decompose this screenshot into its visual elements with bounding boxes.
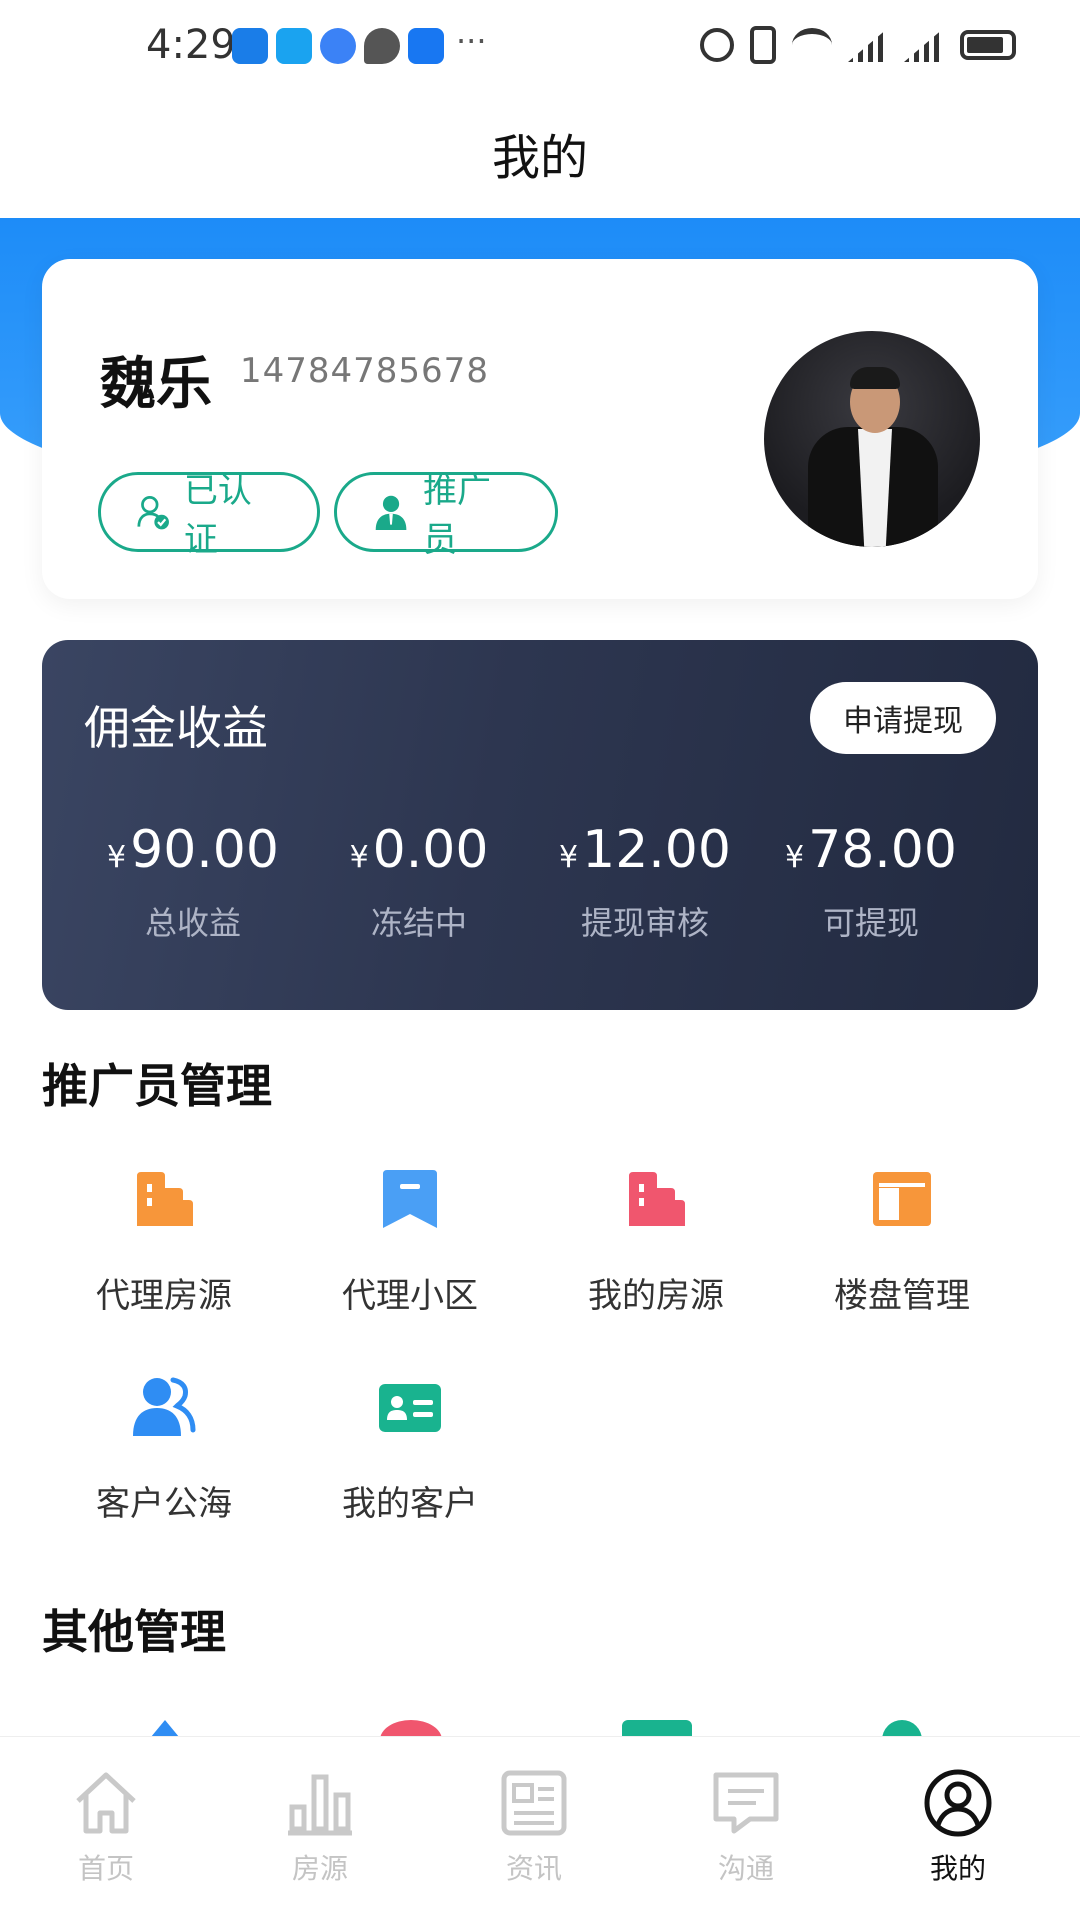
id-card-icon <box>377 1374 443 1440</box>
grid-item-label: 代理小区 <box>342 1276 478 1316</box>
stat-amount: 78.00 <box>808 820 957 880</box>
status-bar: 4:29 ··· <box>0 0 1080 90</box>
nav-news[interactable]: 资讯 <box>464 1767 604 1887</box>
stat-frozen[interactable]: ¥0.00 冻结中 <box>304 820 534 944</box>
bookmark-icon <box>377 1166 443 1232</box>
search-notification-icon <box>276 28 312 64</box>
verified-tag[interactable]: 已认证 <box>98 471 320 560</box>
stat-total[interactable]: ¥90.00 总收益 <box>78 820 308 944</box>
stat-amount: 90.00 <box>130 820 279 880</box>
stat-label: 提现审核 <box>580 904 709 942</box>
nav-home[interactable]: 首页 <box>36 1767 176 1887</box>
stat-review[interactable]: ¥12.00 提现审核 <box>530 820 760 944</box>
currency-symbol: ¥ <box>107 840 127 875</box>
verified-label: 已认证 <box>183 471 252 560</box>
stat-amount: 0.00 <box>372 820 489 880</box>
app-notification-icon <box>232 28 268 64</box>
building-icon <box>623 1166 689 1232</box>
avatar[interactable] <box>764 331 980 547</box>
profile-card[interactable]: 魏乐 14784785678 已认证 推广员 <box>42 259 1038 599</box>
promoter-tag[interactable]: 推广员 <box>334 471 558 560</box>
promoter-label: 推广员 <box>423 471 492 560</box>
promoter-section-title: 推广员管理 <box>42 1059 272 1113</box>
currency-symbol: ¥ <box>559 840 579 875</box>
users-icon <box>131 1374 197 1440</box>
stat-label: 可提现 <box>822 904 919 942</box>
user-name: 魏乐 <box>100 352 212 417</box>
layout-icon <box>869 1166 935 1232</box>
nav-label: 沟通 <box>717 1852 774 1885</box>
promoter-icon <box>375 495 407 531</box>
grid-item-my-listings[interactable]: 我的房源 <box>536 1166 776 1317</box>
user-circle-icon <box>922 1767 994 1839</box>
grid-item-label: 我的客户 <box>342 1484 478 1524</box>
message-icon <box>710 1767 782 1839</box>
nav-messages[interactable]: 沟通 <box>676 1767 816 1887</box>
user-phone: 14784785678 <box>240 351 489 391</box>
wifi-icon <box>792 28 832 62</box>
home-icon <box>70 1767 142 1839</box>
commission-card: 佣金收益 申请提现 ¥90.00 总收益 ¥0.00 冻结中 ¥12.00 提现… <box>42 640 1038 1010</box>
grid-item-customer-pool[interactable]: 客户公海 <box>44 1374 284 1525</box>
news-icon <box>498 1767 570 1839</box>
building-icon <box>131 1166 197 1232</box>
vibrate-icon <box>750 26 776 64</box>
stat-label: 总收益 <box>144 904 241 942</box>
browser-notification-icon <box>320 28 356 64</box>
commission-title: 佣金收益 <box>84 701 268 755</box>
stat-amount: 12.00 <box>582 820 731 880</box>
currency-symbol: ¥ <box>785 840 805 875</box>
nav-listings[interactable]: 房源 <box>250 1767 390 1887</box>
signal-icon <box>904 28 944 62</box>
withdraw-button[interactable]: 申请提现 <box>810 682 996 754</box>
status-time: 4:29 <box>146 22 236 68</box>
nav-label: 资讯 <box>505 1852 562 1885</box>
nav-label: 房源 <box>291 1852 348 1885</box>
stat-withdrawable[interactable]: ¥78.00 可提现 <box>756 820 986 944</box>
grid-item-property-management[interactable]: 楼盘管理 <box>782 1166 1022 1317</box>
battery-icon <box>960 30 1016 60</box>
bulb-notification-icon <box>408 28 444 64</box>
more-notifications-icon: ··· <box>456 22 487 60</box>
grid-item-agent-communities[interactable]: 代理小区 <box>290 1166 530 1317</box>
grid-item-label: 代理房源 <box>96 1276 232 1316</box>
grid-item-my-customers[interactable]: 我的客户 <box>290 1374 530 1525</box>
grid-item-label: 客户公海 <box>96 1484 232 1524</box>
nav-label: 首页 <box>77 1852 134 1885</box>
grid-item-agent-listings[interactable]: 代理房源 <box>44 1166 284 1317</box>
nav-label: 我的 <box>929 1852 986 1885</box>
grid-item-label: 楼盘管理 <box>834 1276 970 1316</box>
nav-profile[interactable]: 我的 <box>888 1767 1028 1887</box>
alarm-icon <box>700 28 734 62</box>
verified-user-icon <box>137 496 169 530</box>
other-section-title: 其他管理 <box>42 1605 226 1659</box>
grid-item-label: 我的房源 <box>588 1276 724 1316</box>
stat-label: 冻结中 <box>370 904 467 942</box>
chat-notification-icon <box>364 28 400 64</box>
bar-chart-icon <box>284 1767 356 1839</box>
bottom-nav: 首页 房源 资讯 沟通 我的 <box>0 1736 1080 1920</box>
page-title: 我的 <box>491 130 588 186</box>
signal-icon <box>848 28 888 62</box>
currency-symbol: ¥ <box>349 840 369 875</box>
